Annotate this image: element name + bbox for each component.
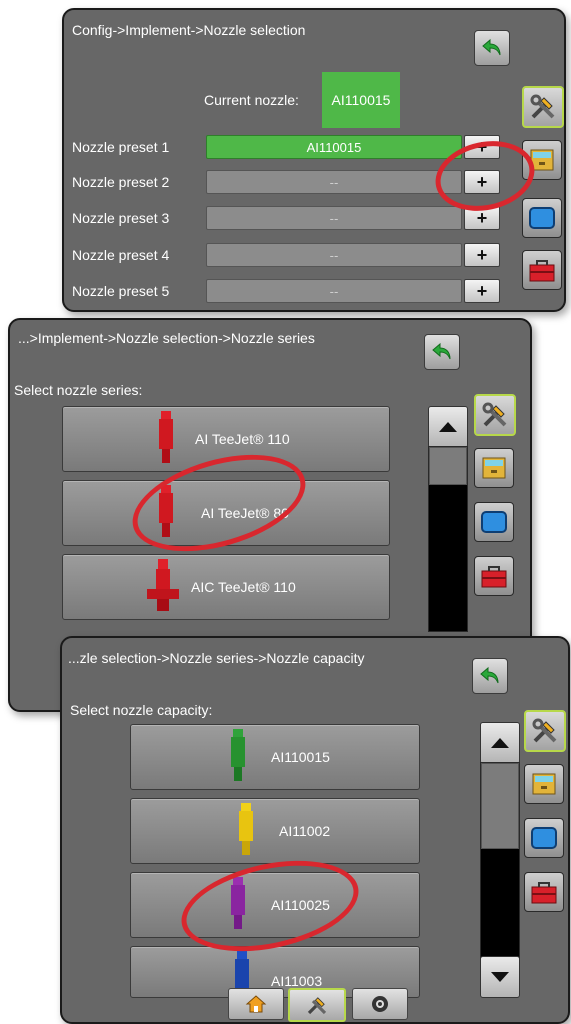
toolbox-tab-button[interactable] bbox=[522, 250, 562, 290]
scroll-down-button[interactable] bbox=[480, 956, 520, 998]
back-button[interactable] bbox=[424, 334, 460, 370]
series-label: AIC TeeJet® 110 bbox=[191, 579, 296, 595]
guidance-tab-button[interactable] bbox=[352, 988, 408, 1020]
nozzle-icon bbox=[231, 729, 245, 781]
tools-tab-button[interactable] bbox=[524, 710, 566, 752]
display-tab-button[interactable] bbox=[524, 818, 564, 858]
display-tab-button[interactable] bbox=[474, 502, 514, 542]
up-arrow-icon bbox=[439, 422, 457, 432]
wrench-hammer-icon bbox=[307, 997, 327, 1015]
add-preset-button[interactable]: + bbox=[464, 243, 500, 267]
scroll-up-button[interactable] bbox=[480, 722, 520, 764]
data-tab-button[interactable] bbox=[474, 448, 514, 488]
data-tab-button[interactable] bbox=[524, 764, 564, 804]
scrollbar-thumb[interactable] bbox=[481, 763, 519, 849]
back-arrow-icon bbox=[432, 342, 451, 360]
select-prompt: Select nozzle capacity: bbox=[70, 702, 213, 718]
down-arrow-icon bbox=[491, 972, 509, 982]
back-arrow-icon bbox=[480, 666, 499, 684]
nozzle-icon bbox=[239, 803, 253, 855]
current-nozzle-label: Current nozzle: bbox=[204, 92, 299, 108]
preset-field[interactable]: -- bbox=[206, 206, 462, 230]
display-screen-icon bbox=[531, 827, 557, 849]
back-button[interactable] bbox=[472, 658, 508, 694]
scroll-up-button[interactable] bbox=[428, 406, 468, 448]
toolbox-tab-button[interactable] bbox=[474, 556, 514, 596]
preset-label: Nozzle preset 5 bbox=[72, 283, 170, 299]
breadcrumb: ...zle selection->Nozzle series->Nozzle … bbox=[68, 650, 365, 666]
display-screen-icon bbox=[481, 511, 507, 533]
toolbox-icon bbox=[529, 260, 555, 282]
preset-field[interactable]: -- bbox=[206, 243, 462, 267]
capacity-label: AI11002 bbox=[279, 823, 331, 839]
nozzle-capacity-panel: ...zle selection->Nozzle series->Nozzle … bbox=[60, 636, 570, 1024]
tools-bottom-tab-button[interactable] bbox=[288, 988, 346, 1022]
display-screen-icon bbox=[529, 207, 555, 229]
scrollbar-thumb[interactable] bbox=[429, 447, 467, 485]
camera-icon bbox=[372, 996, 388, 1012]
home-tab-button[interactable] bbox=[228, 988, 284, 1020]
preset-label: Nozzle preset 4 bbox=[72, 247, 170, 263]
home-icon bbox=[245, 995, 267, 1013]
toolbox-icon bbox=[531, 882, 557, 904]
toolbox-icon bbox=[481, 566, 507, 588]
data-drawer-icon bbox=[532, 773, 556, 795]
wrench-hammer-icon bbox=[532, 718, 557, 743]
capacity-list-item[interactable]: AI110015 bbox=[130, 724, 420, 790]
data-drawer-icon bbox=[482, 457, 506, 479]
series-label: AI TeeJet® 110 bbox=[195, 431, 290, 447]
back-arrow-icon bbox=[482, 38, 501, 56]
preset-field[interactable]: -- bbox=[206, 170, 462, 194]
toolbox-tab-button[interactable] bbox=[524, 872, 564, 912]
breadcrumb: ...>Implement->Nozzle selection->Nozzle … bbox=[18, 330, 315, 346]
current-nozzle-value: AI110015 bbox=[322, 72, 400, 128]
tools-tab-button[interactable] bbox=[522, 86, 564, 128]
nozzle-icon bbox=[147, 559, 179, 611]
preset-label: Nozzle preset 3 bbox=[72, 210, 170, 226]
capacity-label: AI110015 bbox=[271, 749, 330, 765]
preset-label: Nozzle preset 1 bbox=[72, 139, 170, 155]
add-preset-button[interactable]: + bbox=[464, 279, 500, 303]
capacity-label: AI11003 bbox=[271, 973, 323, 989]
breadcrumb: Config->Implement->Nozzle selection bbox=[72, 22, 306, 38]
scrollbar-track[interactable] bbox=[480, 762, 520, 960]
current-nozzle-text: AI110015 bbox=[331, 92, 391, 108]
up-arrow-icon bbox=[491, 738, 509, 748]
wrench-hammer-icon bbox=[530, 94, 555, 119]
capacity-list-item[interactable]: AI11002 bbox=[130, 798, 420, 864]
preset-field[interactable]: -- bbox=[206, 279, 462, 303]
display-tab-button[interactable] bbox=[522, 198, 562, 238]
preset-label: Nozzle preset 2 bbox=[72, 174, 170, 190]
tools-tab-button[interactable] bbox=[474, 394, 516, 436]
back-button[interactable] bbox=[474, 30, 510, 66]
series-list-item[interactable]: AIC TeeJet® 110 bbox=[62, 554, 390, 620]
scrollbar-track[interactable] bbox=[428, 446, 468, 632]
nozzle-icon bbox=[159, 411, 173, 463]
wrench-hammer-icon bbox=[482, 402, 507, 427]
preset-field[interactable]: AI110015 bbox=[206, 135, 462, 159]
select-prompt: Select nozzle series: bbox=[14, 382, 143, 398]
